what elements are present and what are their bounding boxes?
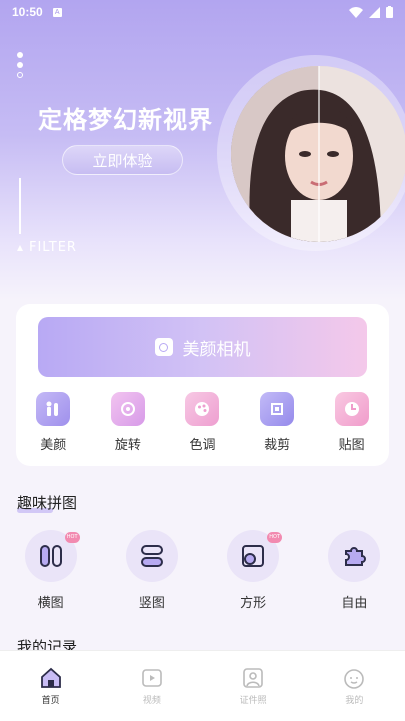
puzzle-icon <box>328 530 381 582</box>
tool-beauty[interactable]: 美颜 <box>16 392 91 453</box>
profile-icon <box>344 669 365 689</box>
collage-row: HOT 横图 竖图 HOT 方形 自由 <box>0 530 405 611</box>
feature-card: 美颜相机 美颜 旋转 色调 裁剪 贴图 <box>16 304 389 466</box>
status-time: 10:50 <box>12 5 43 19</box>
tab-label: 我的 <box>345 696 364 706</box>
tab-label: 视频 <box>142 696 161 706</box>
carousel-dot <box>17 52 23 58</box>
bottom-tab-bar: 首页 视频 证件照 我的 <box>0 650 405 721</box>
beauty-camera-label: 美颜相机 <box>182 339 251 360</box>
hero-divider <box>19 178 21 234</box>
tool-palette[interactable]: 色调 <box>165 392 240 453</box>
collage-vertical[interactable]: 竖图 <box>101 530 202 611</box>
horizontal-collage-icon: HOT <box>24 530 80 582</box>
carousel-dot <box>17 62 23 68</box>
sticker-icon <box>334 392 369 426</box>
square-collage-icon: HOT <box>227 530 283 582</box>
beauty-icon <box>36 392 71 426</box>
collage-label: 方形 <box>240 596 267 611</box>
filter-label: FILTER <box>29 240 77 255</box>
vertical-collage-icon <box>125 530 178 582</box>
triangle-icon <box>17 244 23 251</box>
collage-free[interactable]: 自由 <box>304 530 405 611</box>
try-now-button[interactable]: 立即体验 <box>62 145 183 175</box>
carousel-indicator <box>17 52 23 78</box>
tab-video[interactable]: 视频 <box>101 651 202 721</box>
tool-row: 美颜 旋转 色调 裁剪 贴图 <box>16 392 389 453</box>
tool-rotate[interactable]: 旋转 <box>91 392 166 453</box>
notification-a-icon: A <box>52 7 62 17</box>
fun-collage-title: 趣味拼图 <box>17 494 78 512</box>
collage-label: 自由 <box>341 596 368 611</box>
tool-sticker[interactable]: 贴图 <box>314 392 389 453</box>
signal-icon <box>369 6 380 18</box>
status-icons <box>349 6 393 18</box>
wifi-icon <box>349 6 363 18</box>
tool-label: 旋转 <box>114 438 141 453</box>
carousel-dot <box>17 72 23 78</box>
tool-label: 色调 <box>189 438 216 453</box>
home-icon <box>40 667 61 688</box>
video-icon <box>142 669 162 687</box>
battery-icon <box>386 6 393 18</box>
hot-badge: HOT <box>64 532 80 543</box>
tool-label: 美颜 <box>40 438 67 453</box>
collage-square[interactable]: HOT 方形 <box>203 530 304 611</box>
tab-label: 证件照 <box>239 696 267 706</box>
beauty-camera-button[interactable]: 美颜相机 <box>38 317 367 377</box>
tool-label: 贴图 <box>338 438 365 453</box>
hot-badge: HOT <box>267 532 283 543</box>
collage-label: 横图 <box>37 596 64 611</box>
id-photo-icon <box>243 668 263 688</box>
tool-label: 裁剪 <box>264 438 291 453</box>
rotate-icon <box>110 392 145 426</box>
tab-profile[interactable]: 我的 <box>304 651 405 721</box>
hero-title: 定格梦幻新视界 <box>38 106 213 134</box>
crop-icon <box>260 392 295 426</box>
tab-label: 首页 <box>41 696 60 706</box>
tab-id-photo[interactable]: 证件照 <box>203 651 304 721</box>
portrait-image <box>231 66 405 242</box>
filter-caption: FILTER <box>17 240 77 255</box>
palette-icon <box>185 392 220 426</box>
tab-home[interactable]: 首页 <box>0 651 101 721</box>
camera-icon <box>154 338 173 356</box>
tool-crop[interactable]: 裁剪 <box>240 392 315 453</box>
status-bar: 10:50 A <box>0 0 405 24</box>
collage-label: 竖图 <box>138 596 165 611</box>
collage-horizontal[interactable]: HOT 横图 <box>0 530 101 611</box>
hero-banner: 定格梦幻新视界 立即体验 FILTER <box>0 0 405 300</box>
